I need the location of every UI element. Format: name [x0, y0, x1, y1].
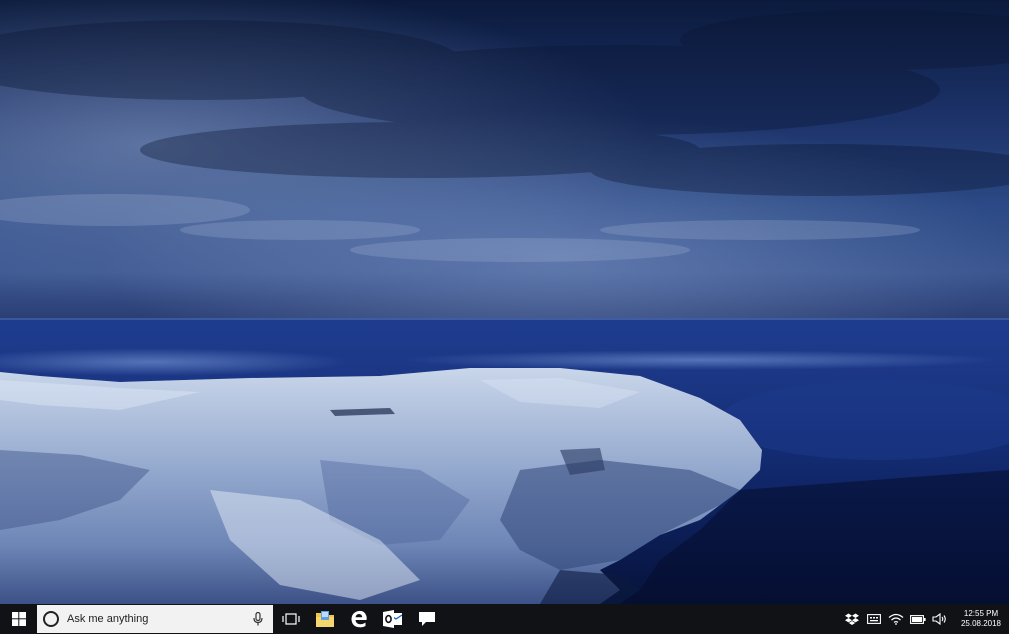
start-button[interactable] — [0, 604, 37, 634]
message-icon — [419, 612, 435, 626]
task-view-icon — [282, 613, 300, 625]
wifi-icon[interactable] — [885, 604, 907, 634]
battery-icon[interactable] — [907, 604, 929, 634]
message-button[interactable] — [410, 604, 444, 634]
keyboard-icon[interactable] — [863, 604, 885, 634]
search-placeholder: Ask me anything — [67, 613, 149, 625]
clock-date: 25.08.2018 — [960, 619, 1002, 628]
taskbar: Ask me anything 12:55 PM 25.08.2018 — [0, 604, 1009, 634]
windows-logo-icon — [11, 612, 26, 626]
desktop-wallpaper[interactable] — [0, 0, 1009, 604]
clock-time: 12:55 PM — [963, 609, 999, 618]
volume-icon[interactable] — [929, 604, 951, 634]
cortana-icon — [41, 609, 61, 629]
outlook-button[interactable] — [376, 604, 410, 634]
task-view-button[interactable] — [274, 604, 308, 634]
edge-icon — [351, 610, 367, 628]
search-box[interactable]: Ask me anything — [37, 605, 273, 633]
dropbox-icon[interactable] — [841, 604, 863, 634]
taskbar-clock[interactable]: 12:55 PM 25.08.2018 — [957, 604, 1005, 634]
edge-button[interactable] — [342, 604, 376, 634]
file-explorer-button[interactable] — [308, 604, 342, 634]
file-explorer-icon — [316, 611, 334, 627]
outlook-icon — [383, 610, 403, 628]
microphone-icon[interactable] — [251, 610, 265, 628]
system-tray: 12:55 PM 25.08.2018 — [841, 604, 1009, 634]
wallpaper-seascape — [0, 0, 1009, 604]
